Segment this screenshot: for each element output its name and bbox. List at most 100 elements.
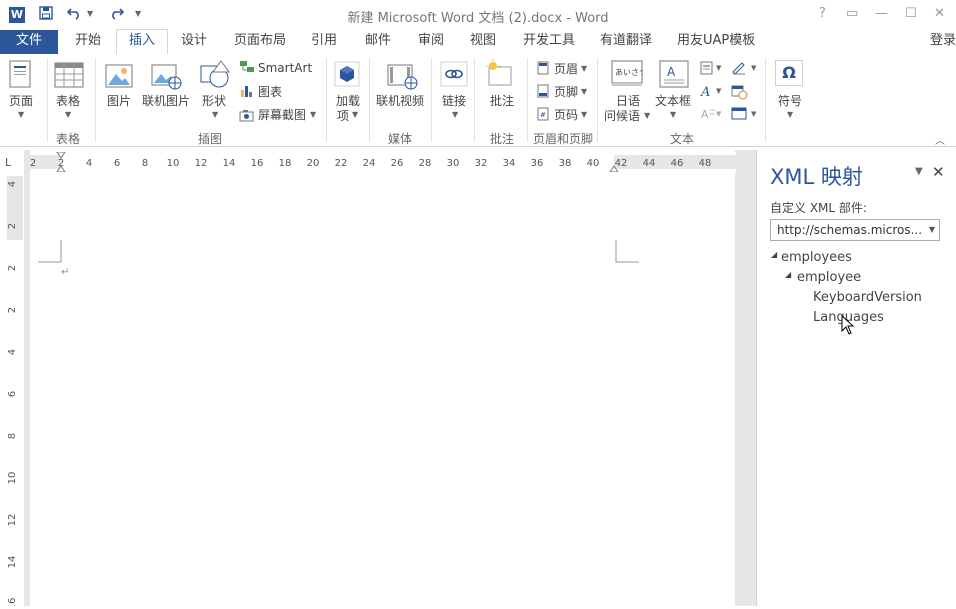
selected-part: http://schemas.micros... xyxy=(777,223,923,237)
textbox-label: 文本框 xyxy=(655,94,692,108)
vertical-ruler-scale: 4 2 2 2 4 6 8 10 12 14 16 xyxy=(7,176,23,609)
tree-expander-icon[interactable]: ◢ xyxy=(771,250,777,259)
svg-text:A: A xyxy=(667,65,676,79)
group-separator xyxy=(431,58,432,142)
vertical-ruler-tick-label: 2 xyxy=(7,223,18,229)
table-icon xyxy=(54,62,84,91)
vertical-ruler-tick-label: 8 xyxy=(7,433,18,439)
tab-home[interactable]: 开始 xyxy=(75,30,101,54)
ruler-tick-label: 44 xyxy=(643,158,656,169)
ruler-tick-label: 16 xyxy=(251,158,264,169)
ruler-tick-label: 34 xyxy=(503,158,516,169)
ruler-tick-label: 28 xyxy=(419,158,432,169)
horizontal-ruler[interactable]: 2 2 4 6 8 10 12 14 16 18 20 22 24 26 28 30 32 34 36 38 40 42 4… xyxy=(30,151,736,173)
maximize-icon[interactable]: ☐ xyxy=(905,6,917,21)
ruler-tick-label: 32 xyxy=(475,158,488,169)
tab-page-layout[interactable]: 页面布局 xyxy=(234,30,286,54)
ruler-tick-label: 20 xyxy=(307,158,320,169)
comment-label: 批注 xyxy=(490,94,515,108)
tree-node-employee[interactable]: employee xyxy=(797,270,861,285)
group-label-illustrations: 插图 xyxy=(198,132,223,146)
custom-xml-part-label: 自定义 XML 部件: xyxy=(770,201,867,215)
tab-insert[interactable]: 插入 xyxy=(116,29,168,56)
ruler-tick-label: 46 xyxy=(671,158,684,169)
ruler-tick-label: 14 xyxy=(223,158,236,169)
help-icon[interactable]: ? xyxy=(819,6,826,21)
pane-options-icon[interactable]: ▼ xyxy=(915,166,923,177)
store-icon xyxy=(334,61,360,90)
comment-icon xyxy=(485,59,515,92)
group-separator xyxy=(527,58,528,142)
ruler-tick-label: 2 xyxy=(58,158,64,169)
picture-label: 图片 xyxy=(107,94,132,108)
vertical-ruler-tick-label: 12 xyxy=(7,514,18,527)
vertical-ruler[interactable]: 4 2 2 2 4 6 8 10 12 14 16 xyxy=(7,176,23,609)
vertical-ruler-tick-label: 4 xyxy=(7,181,18,187)
svg-text:▼: ▼ xyxy=(716,110,722,118)
group-separator xyxy=(369,58,370,142)
tab-yonyou-uap-template[interactable]: 用友UAP模板 xyxy=(677,30,755,54)
page-number-label: 页码 xyxy=(554,108,579,122)
online-video-icon xyxy=(387,62,419,93)
chart-icon xyxy=(240,84,254,101)
tree-node-employees[interactable]: employees xyxy=(781,250,852,265)
ruler-tick-label: 22 xyxy=(335,158,348,169)
textbox-icon: A xyxy=(659,60,689,91)
tree-node-keyboardversion[interactable]: KeyboardVersion xyxy=(813,290,922,305)
xml-mapping-pane: XML 映射 ▼ ✕ 自定义 XML 部件: http://schemas.mi… xyxy=(757,150,956,606)
ruler-tick-label: 38 xyxy=(559,158,572,169)
tab-mailings[interactable]: 邮件 xyxy=(365,30,391,54)
tab-view[interactable]: 视图 xyxy=(470,30,496,54)
group-separator xyxy=(597,58,598,142)
tab-references[interactable]: 引用 xyxy=(311,30,337,54)
pane-title: XML 映射 xyxy=(770,165,863,189)
pane-close-icon[interactable]: ✕ xyxy=(932,163,945,181)
tab-developer[interactable]: 开发工具 xyxy=(523,30,575,54)
close-icon[interactable]: ✕ xyxy=(934,6,945,21)
online-picture-label: 联机图片 xyxy=(142,94,191,108)
tree-expander-icon[interactable]: ◢ xyxy=(785,270,791,279)
link-dropdown-icon: ▼ xyxy=(452,110,459,119)
quick-parts-icon[interactable]: ▼ xyxy=(700,61,724,78)
smartart-icon xyxy=(239,60,255,77)
title-bar: W ▼ ▼ 新建 Microsoft Word 文档 (2).docx - Wo… xyxy=(0,0,956,30)
group-label-media: 媒体 xyxy=(388,132,413,146)
minimize-icon[interactable]: — xyxy=(875,6,888,21)
ruler-tick-label: 2 xyxy=(30,158,36,169)
footer-label: 页脚 xyxy=(554,85,579,99)
custom-xml-part-select[interactable]: http://schemas.micros... ▼ xyxy=(770,219,940,241)
wordart-icon[interactable]: A ▼ xyxy=(700,84,724,101)
tab-file[interactable]: 文件 xyxy=(0,30,58,54)
japanese-greeting-dropdown-icon: ▼ xyxy=(644,111,651,120)
ruler-tick-label: 42 xyxy=(615,158,628,169)
signature-line-icon[interactable]: ▼ xyxy=(731,61,759,78)
ribbon-insert: 页面 ▼ 表格 ▼ 表格 图片 联机图片 形状 ▼ SmartArt 图表 屏幕… xyxy=(0,54,956,147)
link-label: 链接 xyxy=(442,94,467,108)
footer-dropdown-icon: ▼ xyxy=(581,87,588,96)
ruler-tick-label: 48 xyxy=(699,158,712,169)
group-label-header-footer: 页眉和页脚 xyxy=(533,132,594,146)
tab-selector[interactable]: L xyxy=(5,156,23,170)
document-page[interactable]: ↵ xyxy=(30,176,734,606)
date-time-icon[interactable] xyxy=(731,84,749,103)
tab-review[interactable]: 审阅 xyxy=(418,30,444,54)
japanese-greeting-label-line2: 问候语 xyxy=(604,109,641,123)
ruler-tick-label: 10 xyxy=(167,158,180,169)
drop-cap-icon[interactable]: A ▼ xyxy=(700,107,724,124)
japanese-greeting-icon: あいさつ xyxy=(611,60,647,91)
tab-youdao-translate[interactable]: 有道翻译 xyxy=(600,30,652,54)
addins-label-line2: 项 xyxy=(337,109,350,123)
sign-in-link[interactable]: 登录 xyxy=(930,30,956,54)
margin-crop-marks xyxy=(38,240,639,263)
document-margin-right xyxy=(735,150,756,606)
ruler-tick-label: 36 xyxy=(531,158,544,169)
screenshot-label: 屏幕截图 xyxy=(258,108,307,122)
tab-design[interactable]: 设计 xyxy=(181,30,207,54)
ribbon-display-icon[interactable]: ▭ xyxy=(846,6,858,21)
collapse-ribbon-icon[interactable]: ︿ xyxy=(935,132,945,147)
object-icon[interactable]: ▼ xyxy=(731,107,759,124)
ruler-tick-label: 30 xyxy=(447,158,460,169)
mouse-cursor-icon xyxy=(841,314,855,338)
vertical-ruler-tick-label: 14 xyxy=(7,556,18,569)
group-label-comments: 批注 xyxy=(490,132,515,146)
